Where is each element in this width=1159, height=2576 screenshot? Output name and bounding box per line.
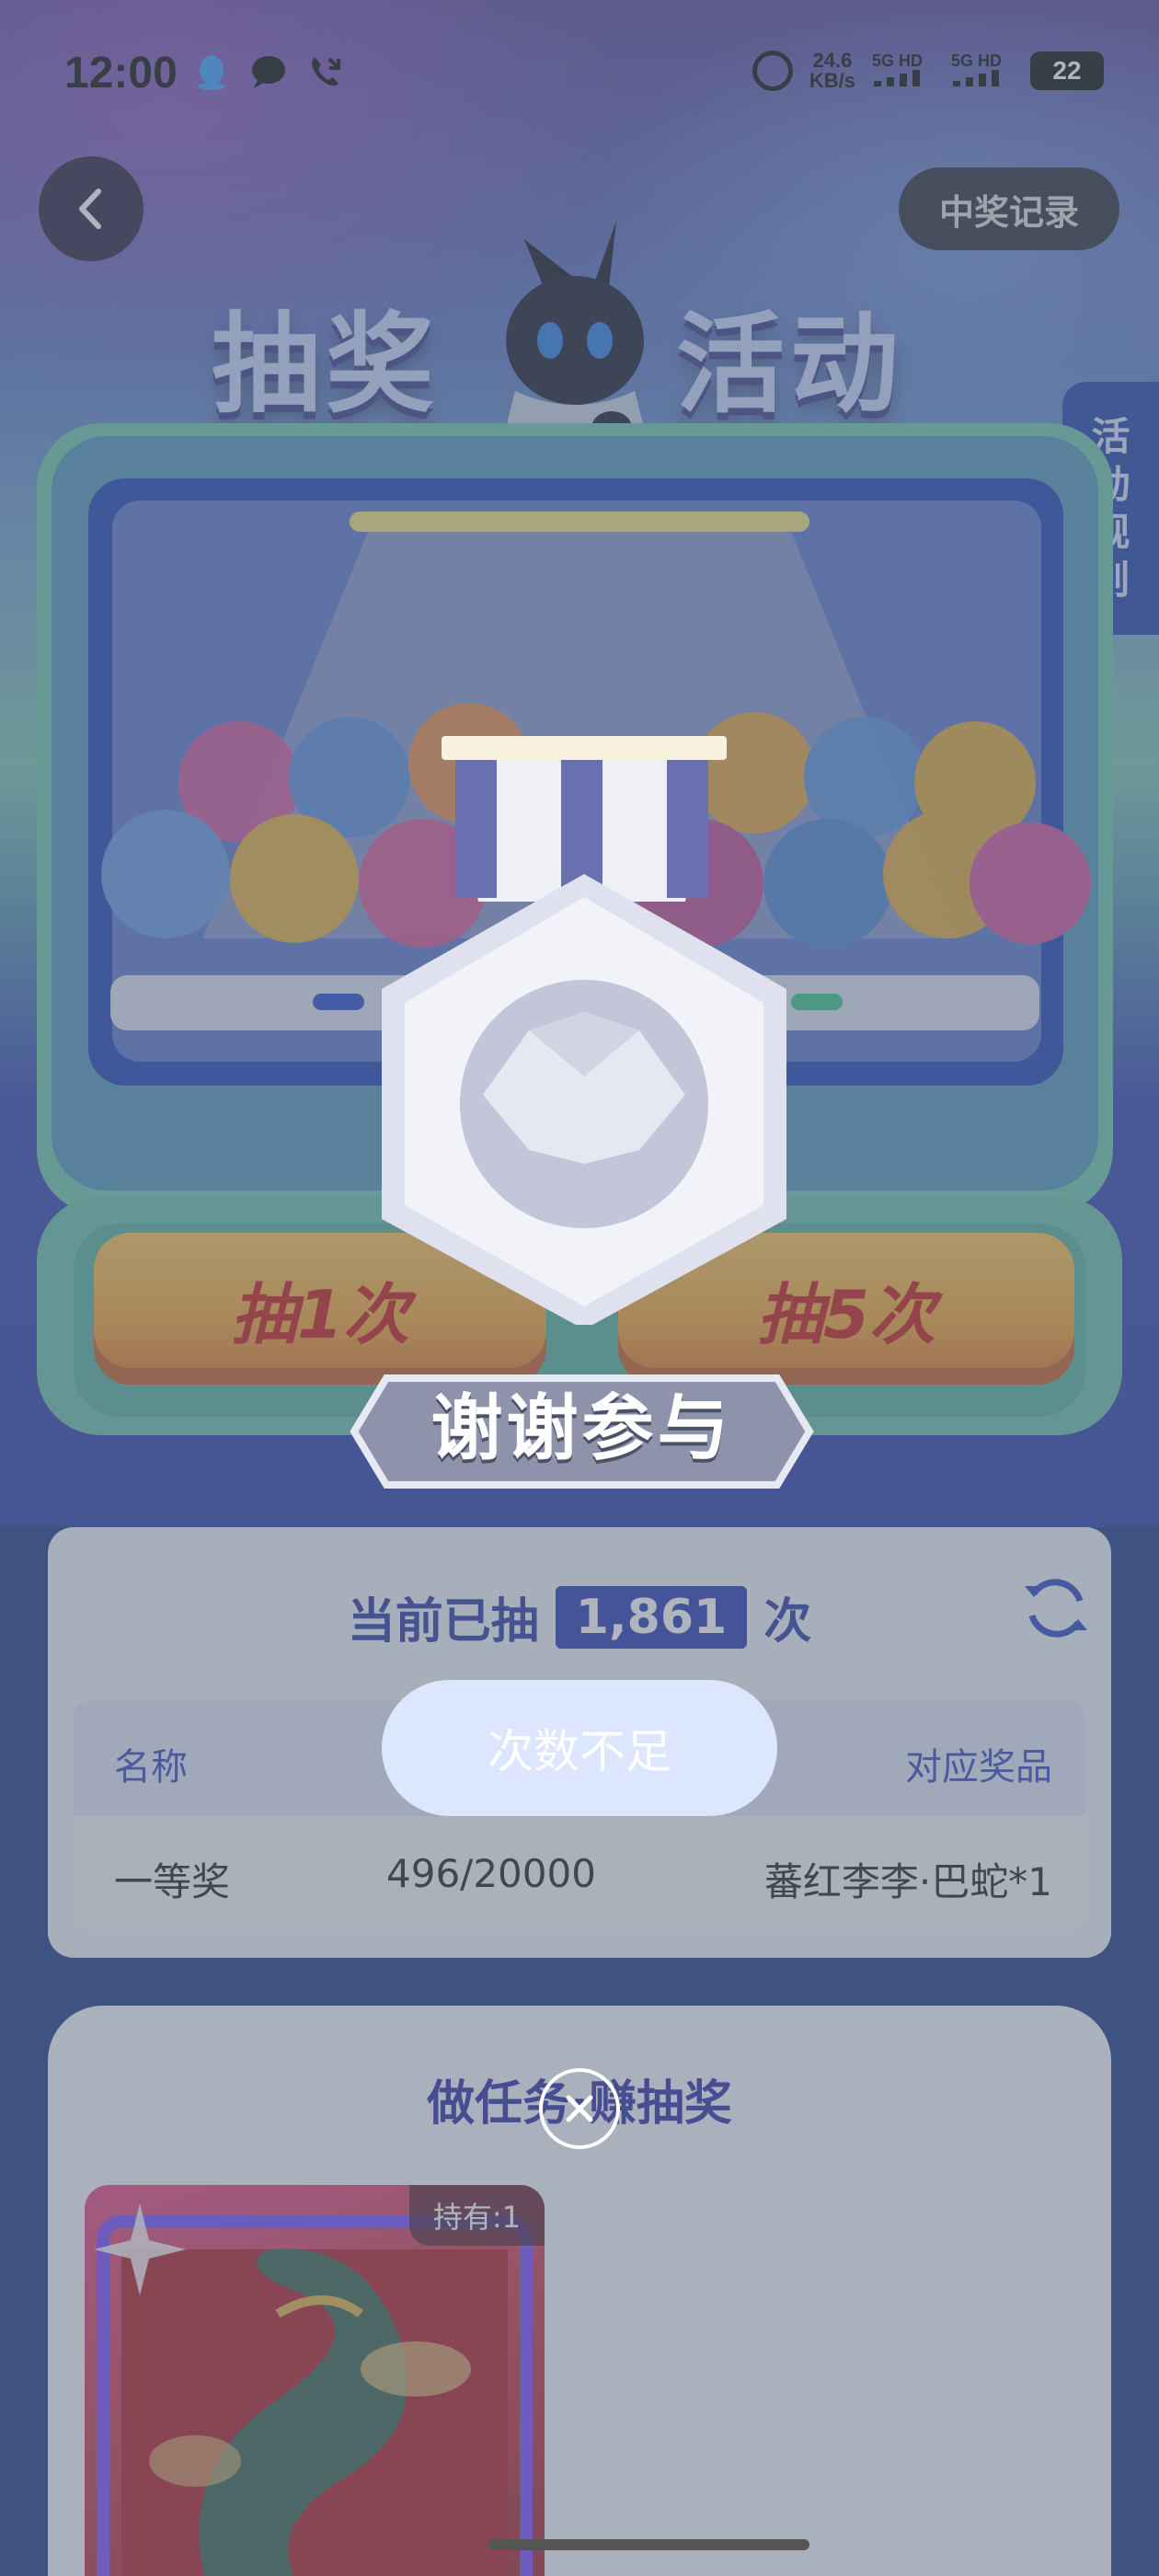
result-text: 谢谢参与 xyxy=(430,1387,733,1470)
toast-message: 次数不足 xyxy=(382,1680,777,1816)
home-indicator[interactable] xyxy=(488,2539,809,2550)
close-icon xyxy=(566,2095,593,2122)
medal-icon xyxy=(382,736,786,1325)
close-button[interactable] xyxy=(539,2068,620,2149)
